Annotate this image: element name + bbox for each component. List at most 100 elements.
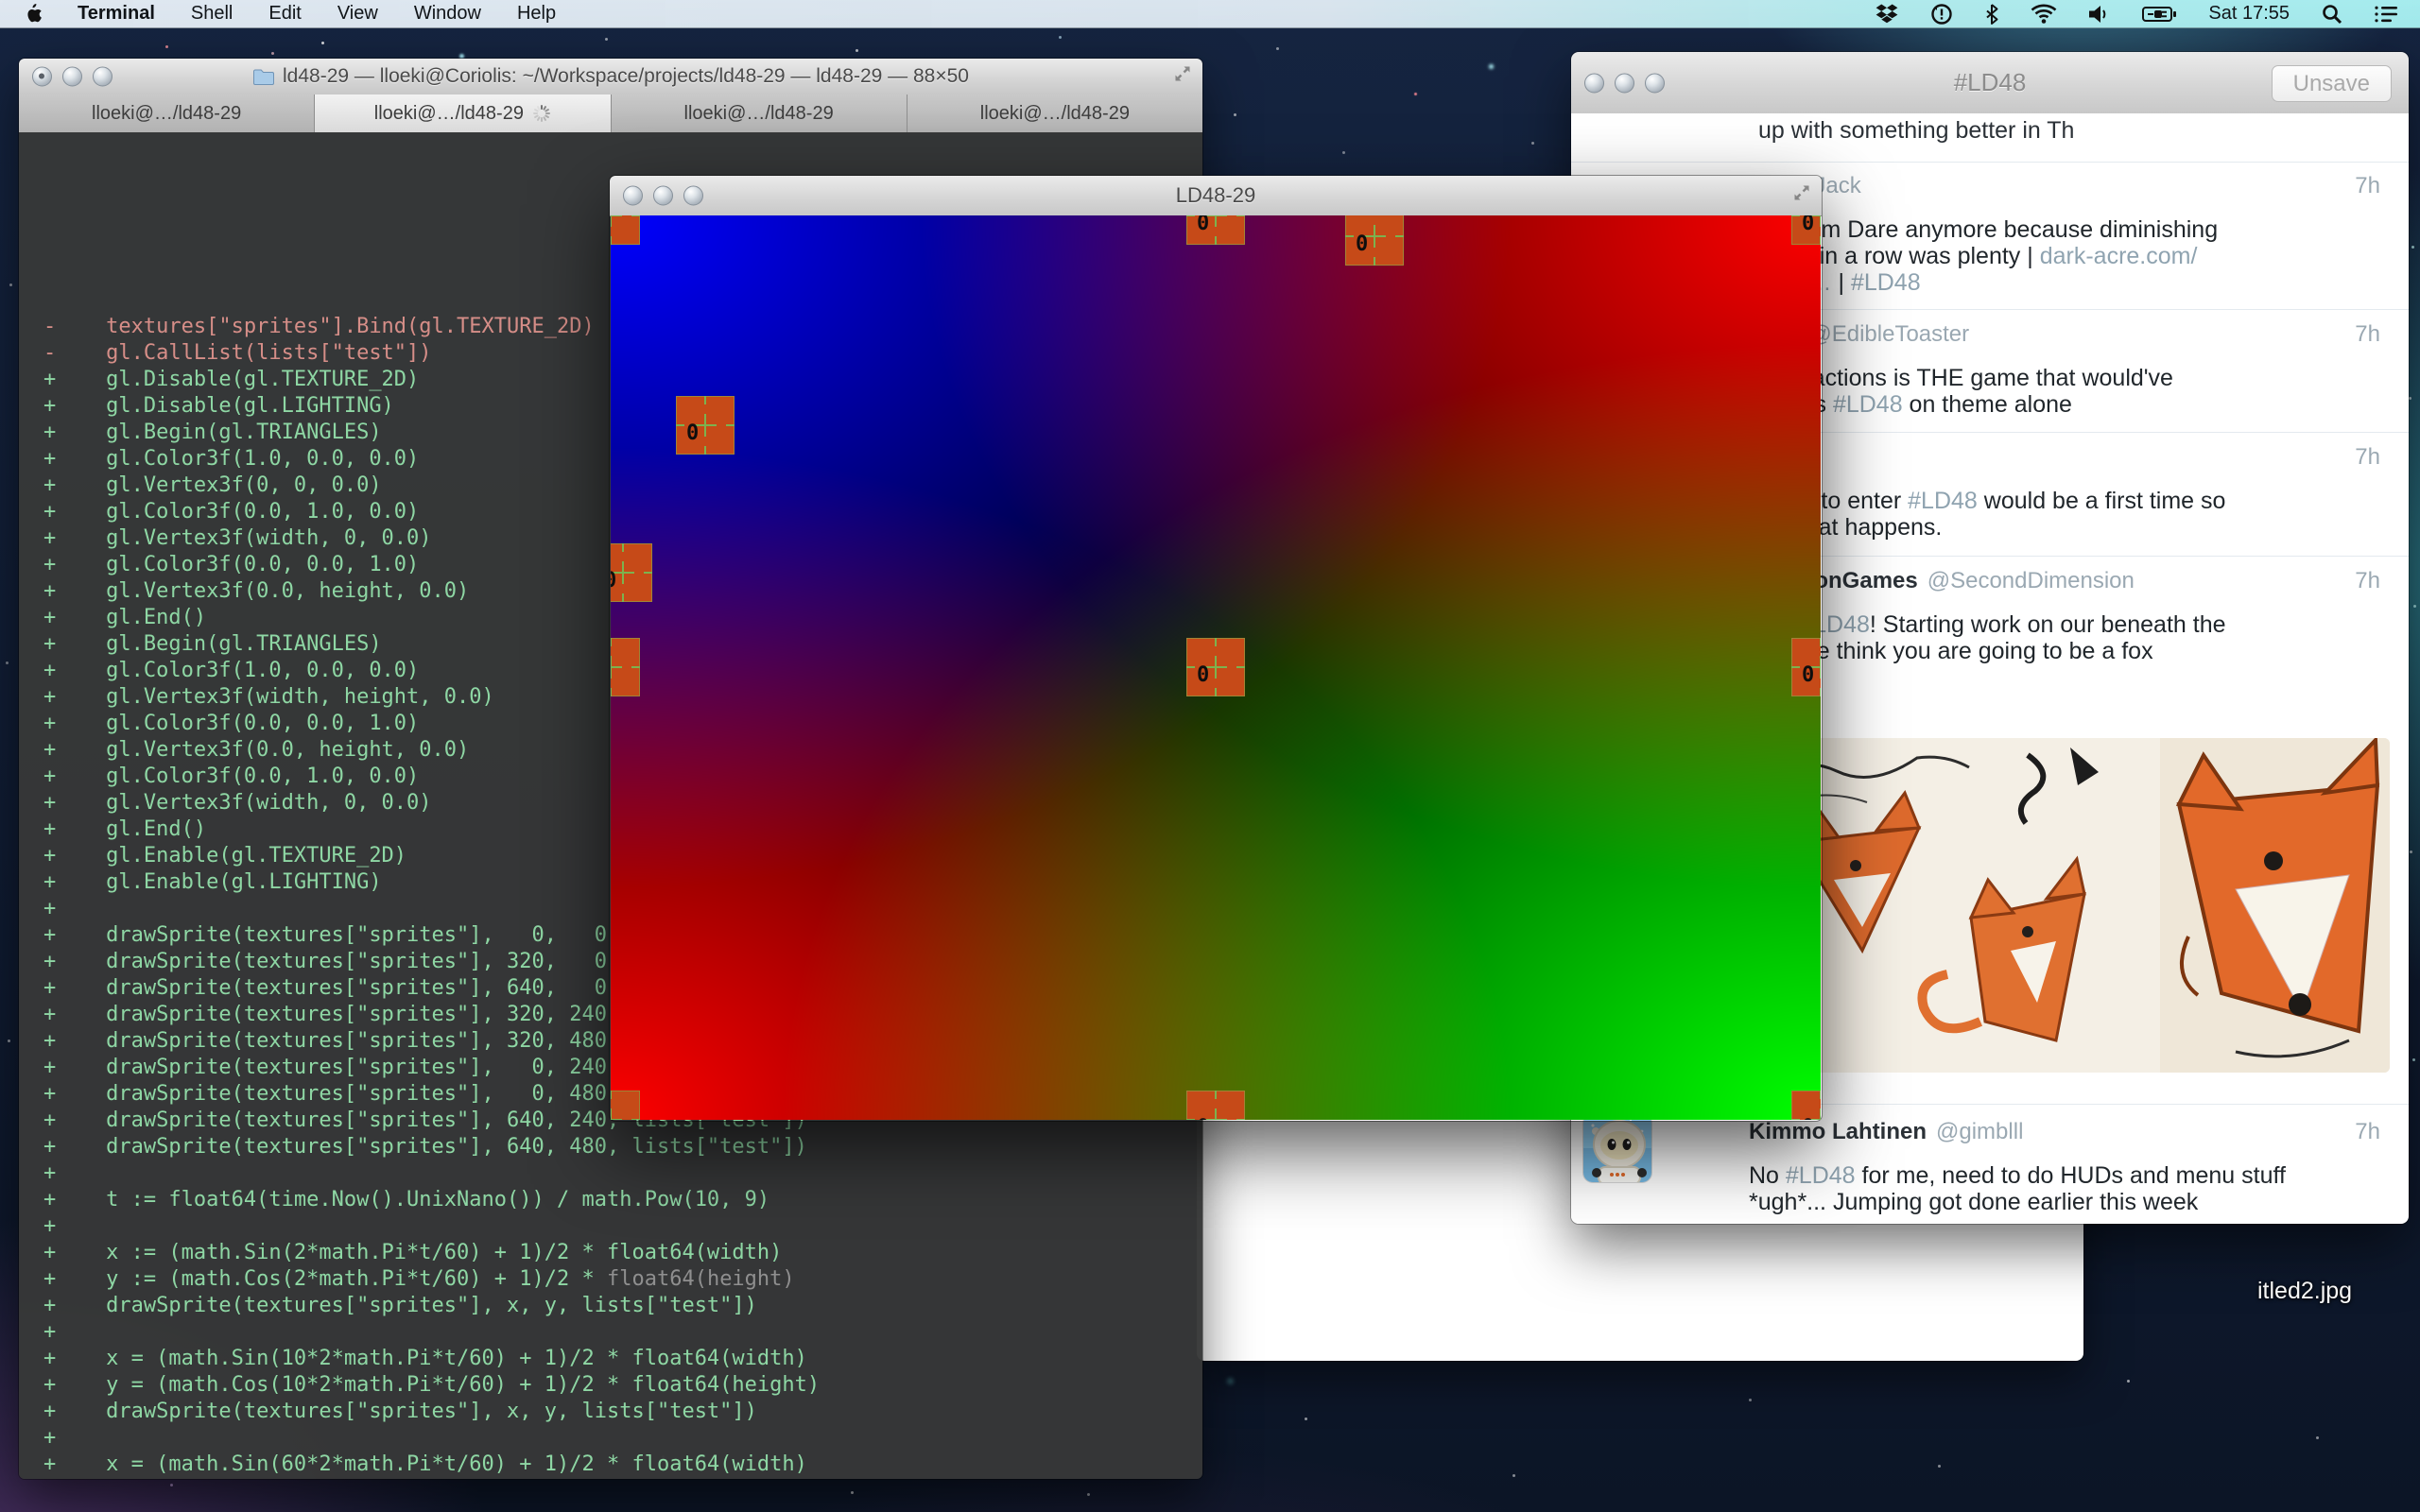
avatar[interactable]	[1583, 1114, 1651, 1182]
menu-bar: Terminal Shell Edit View Window Help	[0, 0, 2420, 28]
game-sprite: 0	[611, 1091, 640, 1120]
terminal-tab-active[interactable]: lloeki@…/ld48-29	[315, 94, 611, 132]
terminal-titlebar[interactable]: ld48-29 — lloeki@Coriolis: ~/Workspace/p…	[19, 59, 1202, 95]
tweet-handle[interactable]: @SecondDimension	[1927, 568, 2135, 593]
tweet-link[interactable]: dark-acre.com/	[2040, 243, 2198, 269]
game-sprite: 0	[1791, 215, 1821, 245]
hashtag-link[interactable]: #LD48	[1908, 488, 1978, 514]
game-sprite: 0	[1791, 638, 1821, 696]
sprite-counter: 0	[1802, 1116, 1814, 1120]
hashtag-link[interactable]: #LD48	[1851, 269, 1921, 296]
close-button[interactable]	[32, 67, 52, 87]
sprite-counter: 0	[1356, 232, 1368, 256]
terminal-line: + drawSprite(textures["sprites"], 640, 4…	[43, 1134, 1202, 1160]
hashtag-link[interactable]: #LD48	[1833, 391, 1903, 418]
minimize-button[interactable]	[653, 186, 673, 206]
zoom-button[interactable]	[93, 67, 112, 87]
terminal-tab[interactable]: lloeki@…/ld48-29	[19, 94, 315, 132]
game-sprite-moving: 0	[611, 543, 652, 602]
game-sprite: 0	[611, 638, 640, 696]
unsave-button[interactable]: Unsave	[2272, 65, 2392, 102]
hashtag-link[interactable]: #LD48	[1786, 1162, 1856, 1189]
terminal-line: + x = (math.Sin(10*2*math.Pi*t/60) + 1)/…	[43, 1346, 1202, 1372]
tweet-row[interactable]: rkAcreJack 7h o Ludum Dare anymore becau…	[1749, 173, 2403, 296]
tweet-text: how that happens.	[1749, 514, 2403, 541]
sprite-counter: 0	[1802, 663, 1814, 687]
folder-icon	[252, 67, 275, 86]
menu-item-edit[interactable]: Edit	[268, 3, 301, 25]
tweet-handle[interactable]: @EdibleToaster	[1808, 321, 1969, 347]
bluetooth-icon[interactable]	[1985, 4, 1998, 25]
terminal-line: +	[43, 1160, 1202, 1187]
tweet-text: ning #LD48! Starting work on our beneath…	[1749, 611, 2403, 638]
game-sprite: 0	[1186, 215, 1245, 245]
game-sprite: 0	[1186, 1091, 1245, 1120]
terminal-line: + y = (math.Cos(60*2*math.Pi*t/60) + 1)/…	[43, 1478, 1202, 1479]
tweet-text: me. We think you are going to be a fox	[1749, 638, 2403, 664]
game-sprite-moving: 0	[1345, 215, 1404, 266]
terminal-tabbar: lloeki@…/ld48-29 lloeki@…/ld48-29	[19, 94, 1202, 133]
terminal-tab[interactable]: lloeki@…/ld48-29	[908, 94, 1202, 132]
tweet-text: udum… | #LD48	[1749, 269, 2403, 296]
close-button[interactable]	[623, 186, 643, 206]
terminal-line: + x := (math.Sin(2*math.Pi*t/60) + 1)/2 …	[43, 1240, 1202, 1266]
notification-center-icon[interactable]	[2375, 6, 2397, 23]
gl-window: LD48-29 0 0 0 0 0 0 0 0 0 0 0 0	[610, 176, 1822, 1121]
desktop-file-label[interactable]: itled2.jpg	[2257, 1278, 2352, 1305]
gl-titlebar[interactable]: LD48-29	[610, 176, 1822, 216]
zoom-button[interactable]	[1645, 73, 1665, 93]
game-sprite: 0	[611, 215, 640, 245]
tweet-row[interactable]: Kimmo Lahtinen@gimblll 7h No #LD48 for m…	[1749, 1119, 2403, 1215]
minimize-button[interactable]	[1615, 73, 1634, 93]
dropbox-icon[interactable]	[1876, 4, 1898, 25]
tweet-author: Kimmo Lahtinen	[1749, 1119, 1927, 1144]
tweet-text: rog Fractions is THE game that would've	[1749, 365, 2403, 391]
tweet-text: mpted to enter #LD48 would be a first ti…	[1749, 488, 2403, 514]
tweet-text: months #LD48 on theme alone	[1749, 391, 2403, 418]
sync-alert-icon[interactable]	[1930, 3, 1953, 26]
terminal-line: +	[43, 1213, 1202, 1240]
terminal-line: + drawSprite(textures["sprites"], x, y, …	[43, 1293, 1202, 1319]
terminal-line: + x = (math.Sin(60*2*math.Pi*t/60) + 1)/…	[43, 1452, 1202, 1478]
tweet-row[interactable]: mensionGames@SecondDimension 7h ning #LD…	[1749, 568, 2403, 664]
tweet-text-clipped: up with something better in Th	[1758, 117, 2074, 145]
apple-menu-icon[interactable]	[25, 4, 42, 24]
battery-charging-icon[interactable]	[2142, 6, 2176, 23]
terminal-line: +	[43, 1319, 1202, 1346]
sprite-counter: 0	[1802, 215, 1814, 235]
menu-item-view[interactable]: View	[337, 3, 378, 25]
tweet-timestamp: 7h	[2355, 321, 2380, 348]
tweet-timestamp: 7h	[2355, 444, 2380, 471]
game-sprite-moving: 0	[676, 396, 735, 455]
tweet-text: o Ludum Dare anymore because diminishing	[1749, 216, 2403, 243]
close-button[interactable]	[1584, 73, 1604, 93]
menu-item-help[interactable]: Help	[517, 3, 556, 25]
tweet-separator	[1571, 162, 2409, 163]
spotlight-icon[interactable]	[2322, 4, 2342, 25]
menu-item-window[interactable]: Window	[414, 3, 481, 25]
desktop: itled2.jpg #LD48 Unsave up with somethin…	[0, 0, 2420, 1512]
tweet-timestamp: 7h	[2355, 1119, 2380, 1145]
sprite-counter: 0	[1197, 663, 1209, 687]
window-title: ld48-29 — lloeki@Coriolis: ~/Workspace/p…	[283, 65, 969, 88]
tweet-handle[interactable]: @gimblll	[1936, 1119, 2023, 1144]
tweet-row[interactable]: erPlay 7h mpted to enter #LD48 would be …	[1749, 444, 2403, 541]
tweet-timestamp: 7h	[2355, 173, 2380, 199]
terminal-tab[interactable]: lloeki@…/ld48-29	[612, 94, 908, 132]
menu-item-shell[interactable]: Shell	[191, 3, 233, 25]
menu-clock[interactable]: Sat 17:55	[2208, 3, 2290, 25]
fullscreen-icon[interactable]	[1172, 63, 1193, 90]
twitter-titlebar[interactable]: #LD48 Unsave	[1571, 52, 2409, 114]
fullscreen-icon[interactable]	[1791, 182, 1812, 209]
minimize-button[interactable]	[62, 67, 82, 87]
opengl-gradient-canvas: 0 0 0 0 0 0 0 0 0 0 0 0	[611, 215, 1821, 1120]
tweet-timestamp: 7h	[2355, 568, 2380, 594]
zoom-button[interactable]	[683, 186, 703, 206]
window-title: #LD48	[1954, 68, 2027, 97]
tweet-text: *ugh*... Jumping got done earlier this w…	[1749, 1189, 2403, 1215]
tweet-row[interactable]: rd Jr@EdibleToaster 7h rog Fractions is …	[1749, 321, 2403, 418]
tweet-photo-fox-sketches[interactable]	[1744, 738, 2390, 1073]
menu-app-name[interactable]: Terminal	[78, 3, 155, 25]
wifi-icon[interactable]	[2031, 4, 2057, 24]
volume-icon[interactable]	[2089, 5, 2110, 24]
